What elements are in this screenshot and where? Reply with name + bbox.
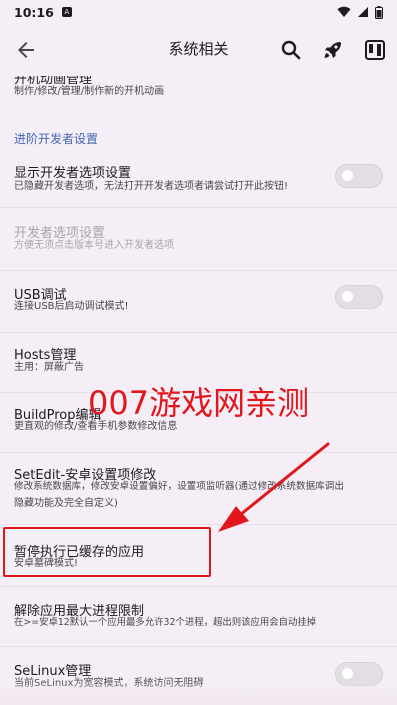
list-item-usb-debugging[interactable]: USB调试 连接USB后启动调试模式! xyxy=(0,282,397,322)
list-item-hosts[interactable]: Hosts管理 主用：屏蔽广告 xyxy=(0,342,397,382)
wifi-icon xyxy=(337,6,351,18)
list-item-dev-options-settings: 开发者选项设置 方便无须点击版本号进入开发者选项 xyxy=(0,220,397,260)
toggle-knob xyxy=(342,291,353,302)
toggle-switch[interactable] xyxy=(335,164,383,188)
divider xyxy=(0,452,397,453)
toggle-switch[interactable] xyxy=(335,285,383,309)
bottom-fade xyxy=(0,680,397,705)
search-icon[interactable] xyxy=(279,38,303,62)
divider xyxy=(0,524,397,525)
list-item-process-limit[interactable]: 解除应用最大进程限制 在>=安卓12默认一个应用最多允许32个进程，超出则该应用… xyxy=(0,598,397,638)
divider xyxy=(0,332,397,333)
list-item-boot-animation[interactable]: 开机动画管理 制作/修改/管理/制作新的开机动画 xyxy=(0,66,397,102)
list-item-setedit[interactable]: SetEdit-安卓设置项修改 修改系统数据库，修改安卓设置偏好，设置项监听器(… xyxy=(0,462,397,518)
item-subtitle-line2: 隐藏功能及完全自定义) xyxy=(14,498,118,509)
signal-icon xyxy=(358,7,368,17)
list-item-show-dev-options[interactable]: 显示开发者选项设置 已隐藏开发者选项，无法打开开发者选项者请尝试打开此按钮! xyxy=(0,160,397,200)
item-subtitle: 修改系统数据库，修改安卓设置偏好，设置项监听器(通过修改系统数据库调出 xyxy=(14,481,344,492)
watermark-text: 007游戏网亲测 xyxy=(88,384,310,422)
battery-icon xyxy=(375,5,383,19)
toggle-knob xyxy=(342,170,353,181)
item-subtitle: 在>=安卓12默认一个应用最多允许32个进程，超出则该应用会自动挂掉 xyxy=(14,617,317,628)
item-subtitle: 方便无须点击版本号进入开发者选项 xyxy=(14,240,174,251)
item-subtitle: 连接USB后启动调试模式! xyxy=(14,301,129,312)
rocket-icon[interactable] xyxy=(321,38,345,62)
item-subtitle: 制作/修改/管理/制作新的开机动画 xyxy=(14,86,165,97)
status-bar: 10:16 A xyxy=(0,0,397,24)
divider xyxy=(0,270,397,271)
item-subtitle: 已隐藏开发者选项，无法打开开发者选项者请尝试打开此按钮! xyxy=(14,181,289,192)
toggle-knob xyxy=(342,668,353,679)
divider xyxy=(0,207,397,208)
item-subtitle: 主用：屏蔽广告 xyxy=(14,362,84,373)
status-time: 10:16 xyxy=(14,4,54,20)
divider xyxy=(0,586,397,587)
notification-icon: A xyxy=(61,7,72,17)
highlight-box xyxy=(3,527,211,577)
device-panel-icon[interactable] xyxy=(363,38,387,62)
divider xyxy=(0,646,397,647)
section-header-advanced-dev: 进阶开发者设置 xyxy=(14,132,99,146)
